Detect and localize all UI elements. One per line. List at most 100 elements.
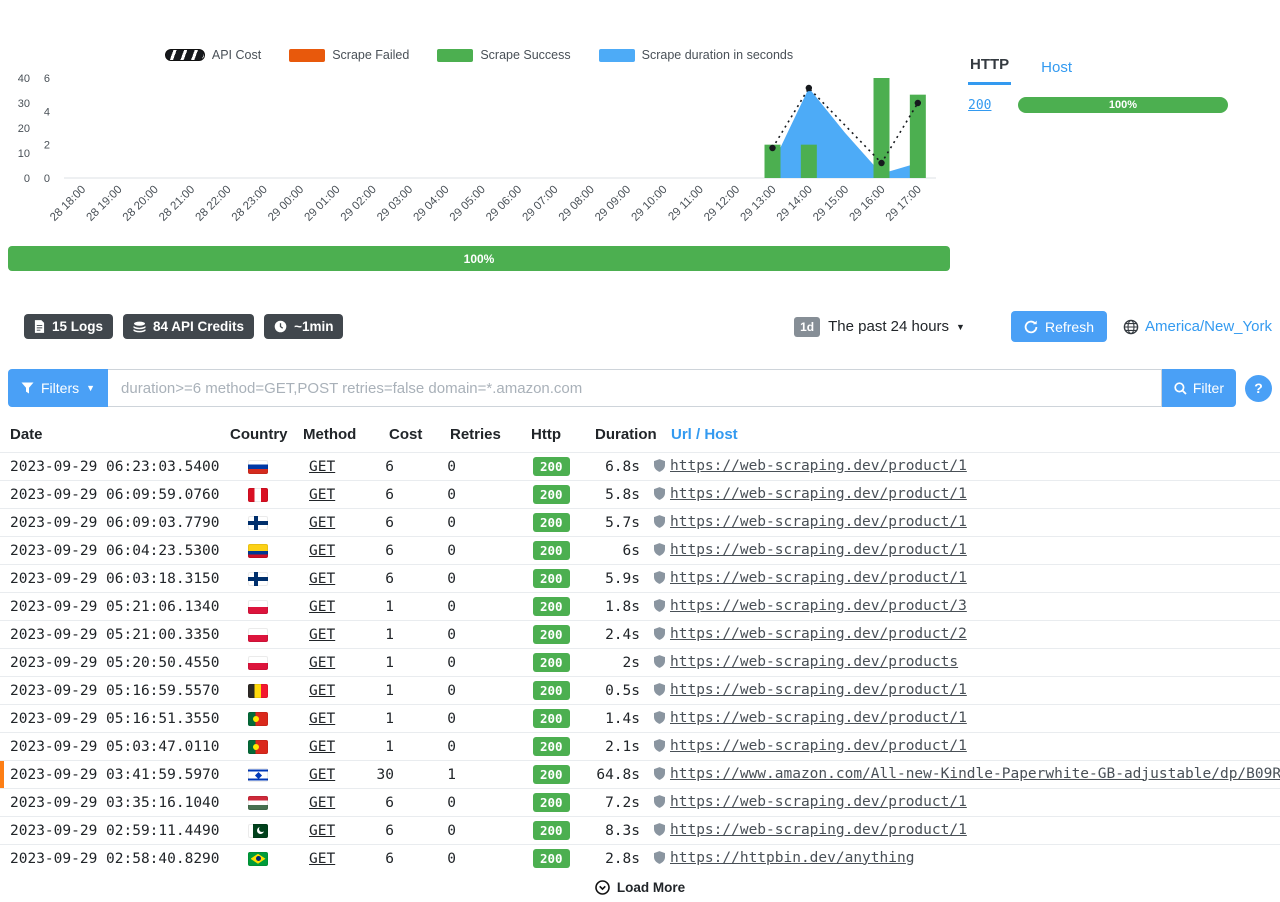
duration-label: ~1min: [294, 319, 333, 334]
log-url-link[interactable]: https://web-scraping.dev/product/1: [670, 682, 967, 698]
log-cost: 1: [362, 733, 422, 761]
http-status-badge: 200: [533, 513, 570, 532]
log-url-link[interactable]: https://web-scraping.dev/product/1: [670, 794, 967, 810]
legend-item-api-cost[interactable]: API Cost: [165, 48, 261, 62]
table-row[interactable]: 2023-09-29 03:35:16.1040 GET 6 0 200 7.2…: [0, 789, 1280, 817]
shield-icon: [654, 655, 665, 672]
method-link[interactable]: GET: [309, 795, 335, 811]
log-url-link[interactable]: https://web-scraping.dev/product/1: [670, 738, 967, 754]
chart-legend: API Cost Scrape Failed Scrape Success Sc…: [8, 48, 950, 62]
table-row[interactable]: 2023-09-29 05:03:47.0110 GET 1 0 200 2.1…: [0, 733, 1280, 761]
table-row[interactable]: 2023-09-29 05:21:00.3350 GET 1 0 200 2.4…: [0, 621, 1280, 649]
col-header-url-host[interactable]: Url / Host: [654, 420, 1280, 453]
logs-count-label: 15 Logs: [52, 319, 103, 334]
log-url-link[interactable]: https://web-scraping.dev/product/1: [670, 458, 967, 474]
http-host-panel: HTTP Host 200 100%: [950, 48, 1280, 271]
svg-text:29 07:00: 29 07:00: [520, 184, 560, 224]
table-row[interactable]: 2023-09-29 02:58:40.8290 GET 6 0 200 2.8…: [0, 845, 1280, 873]
log-date: 2023-09-29 06:04:23.5300: [0, 537, 228, 565]
table-row[interactable]: 2023-09-29 06:23:03.5400 GET 6 0 200 6.8…: [0, 453, 1280, 481]
http-status-badge: 200: [533, 793, 570, 812]
log-url-link[interactable]: https://web-scraping.dev/product/1: [670, 542, 967, 558]
log-duration: 2.4s: [572, 621, 654, 649]
log-url-link[interactable]: https://web-scraping.dev/product/1: [670, 570, 967, 586]
api-credits-badge: 84 API Credits: [123, 314, 254, 339]
legend-item-scrape-failed[interactable]: Scrape Failed: [289, 48, 409, 62]
svg-text:28 20:00: 28 20:00: [121, 184, 161, 224]
method-link[interactable]: GET: [309, 459, 335, 475]
legend-item-scrape-success[interactable]: Scrape Success: [437, 48, 570, 62]
filters-dropdown-button[interactable]: Filters ▼: [8, 369, 108, 407]
col-header-cost: Cost: [362, 420, 422, 453]
shield-icon: [654, 459, 665, 476]
country-flag: [248, 824, 268, 838]
svg-text:29 10:00: 29 10:00: [629, 184, 669, 224]
filter-submit-button[interactable]: Filter: [1162, 369, 1236, 407]
scrape-failed-swatch: [289, 49, 325, 62]
caret-down-icon: ▼: [956, 322, 965, 332]
log-url-link[interactable]: https://web-scraping.dev/product/1: [670, 514, 967, 530]
method-link[interactable]: GET: [309, 599, 335, 615]
legend-item-duration[interactable]: Scrape duration in seconds: [599, 48, 793, 62]
timezone-link[interactable]: America/New_York: [1145, 318, 1272, 335]
method-link[interactable]: GET: [309, 739, 335, 755]
method-link[interactable]: GET: [309, 487, 335, 503]
log-url-link[interactable]: https://httpbin.dev/anything: [670, 850, 914, 866]
log-date: 2023-09-29 05:20:50.4550: [0, 649, 228, 677]
log-url-link[interactable]: https://web-scraping.dev/product/2: [670, 626, 967, 642]
method-link[interactable]: GET: [309, 851, 335, 867]
method-link[interactable]: GET: [309, 515, 335, 531]
legend-label: Scrape Failed: [332, 48, 409, 62]
tab-http[interactable]: HTTP: [968, 56, 1011, 85]
country-flag: [248, 740, 268, 754]
log-url-link[interactable]: https://web-scraping.dev/product/1: [670, 486, 967, 502]
tab-host[interactable]: Host: [1039, 59, 1074, 85]
country-flag: [248, 488, 268, 502]
status-code-link[interactable]: 200: [968, 98, 1004, 113]
method-link[interactable]: GET: [309, 683, 335, 699]
log-url-link[interactable]: https://web-scraping.dev/products: [670, 654, 958, 670]
method-link[interactable]: GET: [309, 655, 335, 671]
table-row[interactable]: 2023-09-29 06:03:18.3150 GET 6 0 200 5.9…: [0, 565, 1280, 593]
log-cost: 6: [362, 817, 422, 845]
svg-text:29 09:00: 29 09:00: [593, 184, 633, 224]
refresh-button[interactable]: Refresh: [1011, 311, 1107, 342]
method-link[interactable]: GET: [309, 543, 335, 559]
country-flag: [248, 684, 268, 698]
svg-text:2: 2: [44, 140, 50, 152]
table-row[interactable]: 2023-09-29 05:21:06.1340 GET 1 0 200 1.8…: [0, 593, 1280, 621]
method-link[interactable]: GET: [309, 571, 335, 587]
method-link[interactable]: GET: [309, 767, 335, 783]
time-range-dropdown[interactable]: The past 24 hours ▼: [828, 318, 965, 335]
table-row[interactable]: 2023-09-29 03:41:59.5970 GET 30 1 200 64…: [0, 761, 1280, 789]
table-row[interactable]: 2023-09-29 06:09:03.7790 GET 6 0 200 5.7…: [0, 509, 1280, 537]
log-url-link[interactable]: https://www.amazon.com/All-new-Kindle-Pa…: [670, 766, 1280, 782]
log-date: 2023-09-29 05:21:00.3350: [0, 621, 228, 649]
log-cost: 6: [362, 537, 422, 565]
filter-query-input[interactable]: [108, 369, 1162, 407]
table-row[interactable]: 2023-09-29 02:59:11.4490 GET 6 0 200 8.3…: [0, 817, 1280, 845]
shield-icon: [654, 515, 665, 532]
country-flag: [248, 572, 268, 586]
country-flag: [248, 768, 268, 782]
table-row[interactable]: 2023-09-29 05:16:59.5570 GET 1 0 200 0.5…: [0, 677, 1280, 705]
table-row[interactable]: 2023-09-29 05:16:51.3550 GET 1 0 200 1.4…: [0, 705, 1280, 733]
log-url-link[interactable]: https://web-scraping.dev/product/1: [670, 710, 967, 726]
shield-icon: [654, 487, 665, 504]
svg-text:29 12:00: 29 12:00: [702, 184, 742, 224]
method-link[interactable]: GET: [309, 823, 335, 839]
shield-icon: [654, 543, 665, 560]
log-url-link[interactable]: https://web-scraping.dev/product/3: [670, 598, 967, 614]
help-button[interactable]: ?: [1245, 375, 1272, 402]
table-row[interactable]: 2023-09-29 06:04:23.5300 GET 6 0 200 6s …: [0, 537, 1280, 565]
log-url-link[interactable]: https://web-scraping.dev/product/1: [670, 822, 967, 838]
table-row[interactable]: 2023-09-29 05:20:50.4550 GET 1 0 200 2s …: [0, 649, 1280, 677]
method-link[interactable]: GET: [309, 627, 335, 643]
log-retries: 0: [422, 453, 496, 481]
load-more-button[interactable]: Load More: [0, 880, 1280, 895]
table-row[interactable]: 2023-09-29 06:09:59.0760 GET 6 0 200 5.8…: [0, 481, 1280, 509]
method-link[interactable]: GET: [309, 711, 335, 727]
filter-bar: Filters ▼ Filter ?: [8, 369, 1272, 407]
log-date: 2023-09-29 02:59:11.4490: [0, 817, 228, 845]
svg-text:29 16:00: 29 16:00: [847, 184, 887, 224]
